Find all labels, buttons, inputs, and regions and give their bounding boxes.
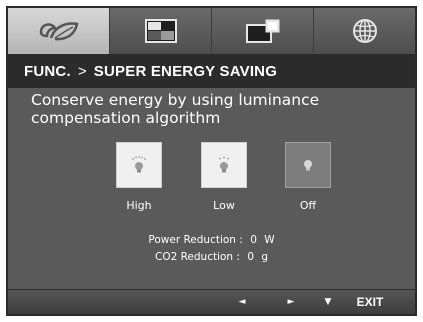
exit-button[interactable]: EXIT — [350, 290, 390, 314]
menu-breadcrumb: FUNC. > SUPER ENERGY SAVING — [8, 54, 415, 88]
description-line-2: compensation algorithm — [31, 109, 221, 127]
tab-settings-globe[interactable] — [314, 8, 415, 54]
footer-bar: ◄ ► ▼ EXIT — [8, 289, 415, 314]
page-title: SUPER ENERGY SAVING — [93, 62, 278, 80]
bulb-high-icon — [132, 156, 146, 173]
option-off-button[interactable] — [285, 142, 331, 188]
left-arrow-button[interactable]: ◄ — [232, 290, 252, 314]
co2-reduction-value: 0 — [247, 251, 254, 263]
eco-leaf-icon — [39, 22, 78, 41]
breadcrumb-separator: > — [77, 62, 87, 80]
right-arrow-button[interactable]: ► — [281, 290, 301, 314]
globe-icon — [352, 19, 377, 43]
bulb-off-icon — [304, 160, 312, 171]
picture-icon — [144, 19, 177, 43]
option-low-button[interactable] — [201, 142, 247, 188]
dual-screen-icon — [245, 19, 279, 43]
description-text: Conserve energy by using luminance compe… — [31, 91, 401, 127]
tab-dual-display[interactable] — [212, 8, 314, 54]
option-off-label: Off — [299, 199, 317, 212]
power-reduction-label: Power Reduction : — [148, 234, 243, 246]
bulb-low-icon — [219, 156, 229, 173]
option-high-label: High — [126, 199, 152, 212]
down-arrow-button[interactable]: ▼ — [318, 290, 338, 314]
option-low-label: Low — [213, 199, 235, 212]
tab-picture[interactable] — [110, 8, 212, 54]
co2-reduction-label: CO2 Reduction : — [154, 251, 240, 263]
power-reduction-readout: Power Reduction : 0 W — [8, 234, 415, 246]
power-reduction-value: 0 — [250, 234, 257, 246]
osd-menu: FUNC. > SUPER ENERGY SAVING Conserve ene… — [6, 6, 417, 316]
breadcrumb-section: FUNC. — [24, 62, 71, 80]
power-reduction-unit: W — [264, 234, 275, 246]
description-line-1: Conserve energy by using luminance — [31, 91, 320, 109]
co2-reduction-unit: g — [261, 251, 269, 263]
co2-reduction-readout: CO2 Reduction : 0 g — [8, 251, 415, 263]
option-high-button[interactable] — [116, 142, 162, 188]
tab-energy[interactable] — [8, 8, 110, 54]
tab-bar — [8, 8, 415, 56]
